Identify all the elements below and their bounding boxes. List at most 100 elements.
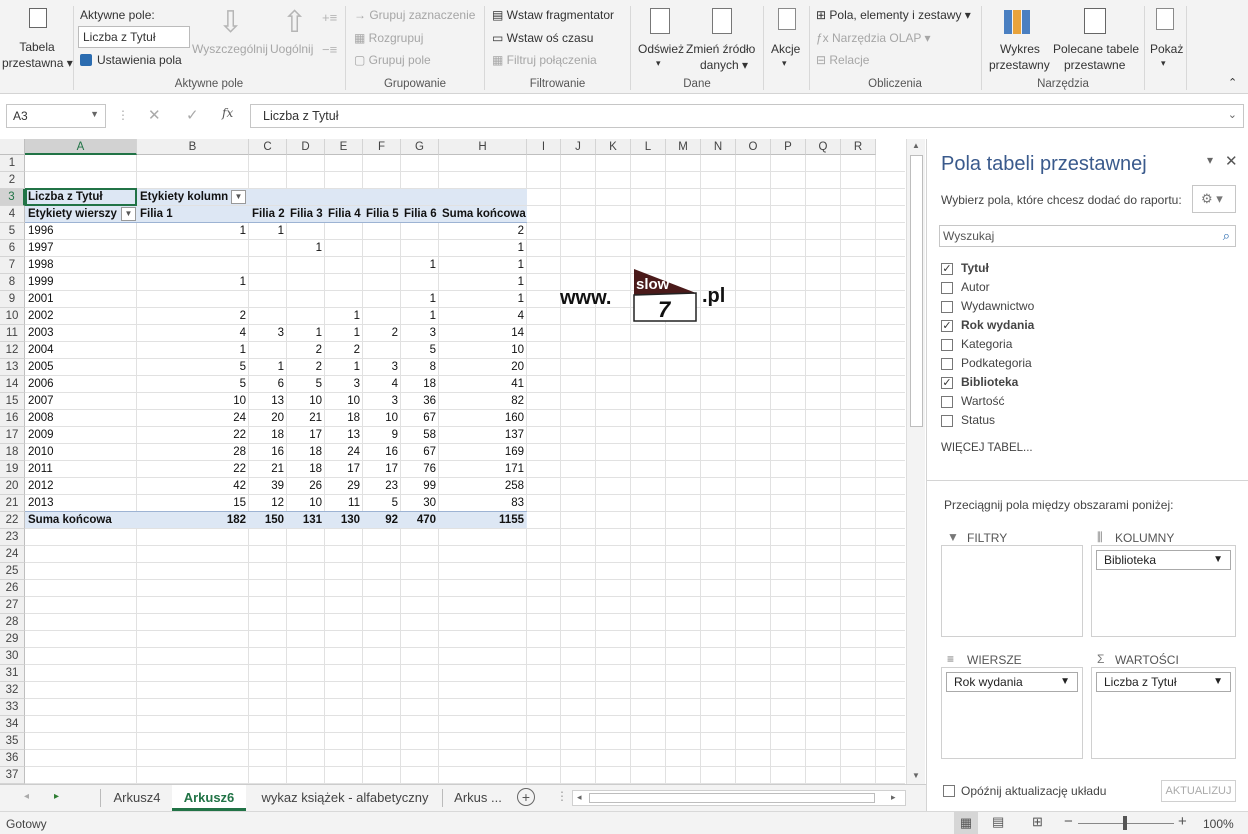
rows-area[interactable]: Rok wydania ▼ (941, 667, 1083, 759)
enter-icon[interactable]: ✓ (186, 106, 199, 124)
pivot-value-cell[interactable]: 23 (363, 478, 401, 495)
pivot-column-header[interactable]: Filia 5 (366, 206, 401, 223)
grand-total-value[interactable]: 130 (325, 512, 363, 529)
pivot-value-cell[interactable]: 30 (401, 495, 439, 512)
tab-scroll-right-icon[interactable]: ▸ (54, 791, 59, 802)
row-header[interactable]: 6 (0, 240, 25, 257)
pivot-row-label[interactable]: 1999 (28, 274, 137, 291)
filters-area[interactable] (941, 545, 1083, 637)
row-header[interactable]: 37 (0, 767, 25, 784)
pivot-value-cell[interactable]: 1 (401, 257, 439, 274)
grand-total-label[interactable]: Suma końcowa (28, 512, 137, 529)
columns-area[interactable]: Biblioteka ▼ (1091, 545, 1236, 637)
pivot-value-cell[interactable]: 42 (137, 478, 249, 495)
row-header[interactable]: 23 (0, 529, 25, 546)
pivot-row-labels[interactable]: Etykiety wierszy (28, 206, 121, 223)
pivot-value-cell[interactable]: 2 (287, 359, 325, 376)
grand-total-value[interactable]: 470 (401, 512, 439, 529)
page-layout-icon[interactable]: ▤ (992, 814, 1004, 830)
pivot-value-cell[interactable] (249, 274, 287, 291)
pivot-value-cell[interactable]: 22 (137, 427, 249, 444)
pivot-value-cell[interactable]: 1 (287, 240, 325, 257)
pivot-column-header[interactable]: Filia 2 (252, 206, 287, 223)
row-header[interactable]: 32 (0, 682, 25, 699)
row-header[interactable]: 10 (0, 308, 25, 325)
pivot-value-cell[interactable]: 1 (249, 359, 287, 376)
h-scroll-thumb[interactable] (589, 793, 875, 803)
row-header[interactable]: 14 (0, 376, 25, 393)
rows-item[interactable]: Rok wydania ▼ (946, 672, 1078, 692)
field-item[interactable]: Kategoria (941, 337, 1221, 356)
pivot-value-cell[interactable]: 17 (363, 461, 401, 478)
zoom-out-icon[interactable]: − (1064, 813, 1073, 830)
row-header[interactable]: 25 (0, 563, 25, 580)
pivot-value-cell[interactable]: 99 (401, 478, 439, 495)
column-header[interactable]: F (363, 139, 401, 155)
pivot-value-cell[interactable]: 3 (401, 325, 439, 342)
pivot-value-cell[interactable]: 6 (249, 376, 287, 393)
expand-field-icon[interactable]: +≡ (322, 10, 337, 25)
pivot-value-cell[interactable]: 1 (137, 223, 249, 240)
scroll-up-icon[interactable]: ▲ (912, 141, 920, 150)
tab-arkus-more[interactable]: Arkus ... (446, 785, 510, 811)
close-icon[interactable]: ✕ (1225, 152, 1238, 170)
pivot-value-cell[interactable] (137, 240, 249, 257)
column-header[interactable]: L (631, 139, 666, 155)
row-header[interactable]: 22 (0, 512, 25, 529)
horizontal-scrollbar[interactable]: ◂ ▸ (572, 790, 906, 806)
pivot-value-cell[interactable] (363, 274, 401, 291)
pivot-value-cell[interactable]: 21 (287, 410, 325, 427)
row-header[interactable]: 11 (0, 325, 25, 342)
pivot-value-cell[interactable] (287, 274, 325, 291)
unchecked-checkbox[interactable] (941, 358, 953, 370)
pivot-row-label[interactable]: 2002 (28, 308, 137, 325)
pivot-row-label[interactable]: 1997 (28, 240, 137, 257)
row-header[interactable]: 29 (0, 631, 25, 648)
pivot-value-cell[interactable] (287, 223, 325, 240)
pivot-value-cell[interactable]: 11 (325, 495, 363, 512)
pivot-row-label[interactable]: 2001 (28, 291, 137, 308)
row-header[interactable]: 27 (0, 597, 25, 614)
pivot-value-cell[interactable]: 10 (287, 495, 325, 512)
pivot-col-labels[interactable]: Etykiety kolumn (140, 189, 237, 206)
pivot-value-cell[interactable]: 5 (363, 495, 401, 512)
pivot-value-cell[interactable] (363, 342, 401, 359)
row-header[interactable]: 31 (0, 665, 25, 682)
row-header[interactable]: 26 (0, 580, 25, 597)
row-header[interactable]: 13 (0, 359, 25, 376)
pivot-value-cell[interactable]: 1 (287, 325, 325, 342)
scroll-left-icon[interactable]: ◂ (577, 792, 582, 803)
update-button[interactable]: AKTUALIZUJ (1161, 780, 1236, 802)
add-sheet-icon[interactable]: + (517, 788, 535, 806)
pivot-value-cell[interactable]: 17 (287, 427, 325, 444)
checked-checkbox[interactable]: ✓ (941, 377, 953, 389)
values-area[interactable]: Liczba z Tytuł ▼ (1091, 667, 1236, 759)
column-header[interactable]: E (325, 139, 363, 155)
row-header[interactable]: 2 (0, 172, 25, 189)
change-source-button[interactable]: Zmień źródło danych ▾ (686, 6, 760, 72)
column-header[interactable]: K (596, 139, 631, 155)
vertical-scrollbar[interactable]: ▲ ▼ (906, 139, 925, 784)
pivot-value-cell[interactable]: 12 (249, 495, 287, 512)
pivot-value-cell[interactable]: 10 (325, 393, 363, 410)
pivot-value-cell[interactable]: 4 (363, 376, 401, 393)
pivot-value-cell[interactable]: 22 (137, 461, 249, 478)
pivot-value-cell[interactable]: 36 (401, 393, 439, 410)
row-header[interactable]: 21 (0, 495, 25, 512)
pivot-value-cell[interactable] (325, 223, 363, 240)
unchecked-checkbox[interactable] (941, 415, 953, 427)
pivot-value-cell[interactable]: 41 (439, 376, 527, 393)
group-selection-button[interactable]: → Grupuj zaznaczenie (354, 8, 475, 22)
pivot-table-button[interactable]: Tabela przestawna ▾ (2, 6, 73, 72)
column-header[interactable]: C (249, 139, 287, 155)
pivot-value-cell[interactable] (325, 257, 363, 274)
pivot-value-cell[interactable]: 2 (137, 308, 249, 325)
pivot-value-cell[interactable]: 5 (137, 359, 249, 376)
insert-timeline-button[interactable]: ▭ Wstaw oś czasu (492, 31, 593, 45)
pivot-value-cell[interactable] (401, 223, 439, 240)
pivot-value-cell[interactable]: 20 (439, 359, 527, 376)
drill-down-button[interactable]: ⇩ Wyszczególnij (192, 6, 268, 72)
pivot-value-cell[interactable]: 13 (249, 393, 287, 410)
filter-dropdown-button[interactable]: ▼ (121, 207, 136, 221)
field-search-input[interactable]: Wyszukaj ⌕ (939, 225, 1236, 247)
